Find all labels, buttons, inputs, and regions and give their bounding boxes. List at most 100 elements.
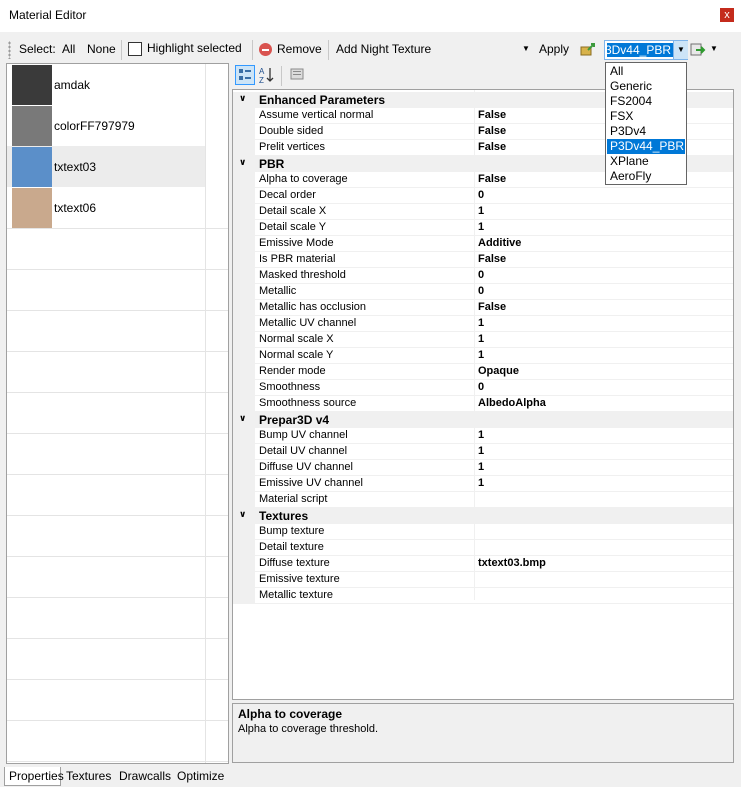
property-row[interactable]: Detail texture bbox=[233, 540, 733, 556]
tab-textures[interactable]: Textures bbox=[62, 767, 114, 786]
property-row[interactable]: Bump texture bbox=[233, 524, 733, 540]
highlight-selected-label[interactable]: Highlight selected bbox=[147, 41, 242, 55]
dropdown-option[interactable]: XPlane bbox=[607, 154, 685, 169]
property-row-margin bbox=[233, 332, 255, 348]
chevron-down-icon[interactable]: ∨ bbox=[239, 509, 246, 520]
property-value[interactable]: False bbox=[478, 173, 506, 185]
select-none-button[interactable]: None bbox=[87, 42, 116, 56]
property-row[interactable]: Is PBR material False bbox=[233, 252, 733, 268]
material-list[interactable]: amdak colorFF797979 txtext03 txtext06 bbox=[6, 63, 229, 764]
property-row[interactable]: Detail UV channel 1 bbox=[233, 444, 733, 460]
property-row-margin bbox=[233, 492, 255, 508]
dropdown-option[interactable]: Generic bbox=[607, 79, 685, 94]
dropdown-option[interactable]: P3Dv44_PBR bbox=[607, 139, 685, 154]
property-row[interactable]: Normal scale X 1 bbox=[233, 332, 733, 348]
list-item[interactable]: amdak bbox=[7, 64, 205, 105]
dropdown-option[interactable]: AeroFly bbox=[607, 169, 685, 184]
list-item[interactable]: txtext03 bbox=[7, 146, 205, 187]
property-row[interactable]: Normal scale Y 1 bbox=[233, 348, 733, 364]
apply-button[interactable]: Apply bbox=[539, 42, 569, 56]
property-row[interactable]: Decal order 0 bbox=[233, 188, 733, 204]
property-name: Assume vertical normal bbox=[259, 109, 374, 121]
property-value[interactable]: 1 bbox=[478, 221, 484, 233]
tab-optimize[interactable]: Optimize bbox=[173, 767, 225, 786]
property-value[interactable]: Additive bbox=[478, 237, 521, 249]
property-pages-icon[interactable] bbox=[288, 65, 308, 85]
property-row[interactable]: Material script bbox=[233, 492, 733, 508]
property-value[interactable]: 1 bbox=[478, 429, 484, 441]
export-menu-arrow-icon[interactable]: ▼ bbox=[710, 44, 718, 53]
property-row[interactable]: Emissive Mode Additive bbox=[233, 236, 733, 252]
dropdown-option[interactable]: FS2004 bbox=[607, 94, 685, 109]
list-row-divider bbox=[7, 515, 228, 516]
property-value[interactable]: 1 bbox=[478, 205, 484, 217]
property-row[interactable]: Metallic 0 bbox=[233, 284, 733, 300]
tab-properties[interactable]: Properties bbox=[4, 767, 64, 786]
property-value[interactable]: 0 bbox=[478, 189, 484, 201]
property-row[interactable]: Render mode Opaque bbox=[233, 364, 733, 380]
chevron-down-icon[interactable]: ∨ bbox=[239, 157, 246, 168]
categorized-icon[interactable] bbox=[235, 65, 255, 85]
property-value[interactable]: 1 bbox=[478, 349, 484, 361]
dropdown-option[interactable]: FSX bbox=[607, 109, 685, 124]
help-title: Alpha to coverage bbox=[238, 707, 343, 721]
list-item[interactable]: colorFF797979 bbox=[7, 105, 205, 146]
dropdown-option[interactable]: P3Dv4 bbox=[607, 124, 685, 139]
property-name: Bump UV channel bbox=[259, 429, 348, 441]
property-value[interactable]: txtext03.bmp bbox=[478, 557, 546, 569]
property-name: Double sided bbox=[259, 125, 324, 137]
property-value[interactable]: False bbox=[478, 301, 506, 313]
property-value[interactable]: 0 bbox=[478, 381, 484, 393]
property-value[interactable]: 1 bbox=[478, 477, 484, 489]
property-row[interactable]: Bump UV channel 1 bbox=[233, 428, 733, 444]
alphabetical-icon[interactable]: A Z bbox=[257, 65, 277, 85]
property-row[interactable]: Diffuse UV channel 1 bbox=[233, 460, 733, 476]
chevron-down-icon[interactable]: ▼ bbox=[673, 41, 688, 59]
property-value[interactable]: 0 bbox=[478, 269, 484, 281]
remove-icon[interactable] bbox=[259, 43, 272, 56]
sim-version-dropdown[interactable]: All Generic FS2004 FSX P3Dv4 P3Dv44_PBR XPlane… bbox=[605, 62, 687, 185]
sim-version-select[interactable]: P3Dv44_PBR ▼ bbox=[604, 40, 688, 60]
material-label: txtext03 bbox=[54, 160, 97, 174]
property-value[interactable]: AlbedoAlpha bbox=[478, 397, 546, 409]
property-row[interactable]: Masked threshold 0 bbox=[233, 268, 733, 284]
tab-drawcalls[interactable]: Drawcalls bbox=[115, 767, 172, 786]
property-value[interactable]: 1 bbox=[478, 461, 484, 473]
chevron-down-icon[interactable]: ∨ bbox=[239, 413, 246, 424]
texture-combo-arrow-icon[interactable]: ▼ bbox=[522, 44, 530, 53]
remove-button[interactable]: Remove bbox=[277, 42, 322, 56]
export-icon[interactable] bbox=[690, 42, 706, 57]
property-row[interactable]: Smoothness source AlbedoAlpha bbox=[233, 396, 733, 412]
property-value[interactable]: False bbox=[478, 109, 506, 121]
property-value[interactable]: False bbox=[478, 141, 506, 153]
property-category[interactable]: ∨ Prepar3D v4 bbox=[233, 412, 733, 428]
property-value[interactable]: False bbox=[478, 253, 506, 265]
material-label: txtext06 bbox=[54, 201, 97, 215]
close-button[interactable]: x bbox=[720, 8, 734, 22]
property-row[interactable]: Detail scale Y 1 bbox=[233, 220, 733, 236]
property-row[interactable]: Metallic has occlusion False bbox=[233, 300, 733, 316]
property-row[interactable]: Metallic UV channel 1 bbox=[233, 316, 733, 332]
apply-icon[interactable] bbox=[579, 41, 597, 57]
toolbar-grip-icon[interactable] bbox=[8, 41, 11, 59]
property-value[interactable]: False bbox=[478, 125, 506, 137]
property-row[interactable]: Detail scale X 1 bbox=[233, 204, 733, 220]
property-row[interactable]: Emissive texture bbox=[233, 572, 733, 588]
property-category[interactable]: ∨ Textures bbox=[233, 508, 733, 524]
highlight-selected-checkbox[interactable] bbox=[128, 42, 142, 56]
dropdown-option[interactable]: All bbox=[607, 64, 685, 79]
property-value[interactable]: 1 bbox=[478, 333, 484, 345]
chevron-down-icon[interactable]: ∨ bbox=[239, 93, 246, 104]
property-row[interactable]: Diffuse texture txtext03.bmp bbox=[233, 556, 733, 572]
property-row[interactable]: Smoothness 0 bbox=[233, 380, 733, 396]
property-value[interactable]: 1 bbox=[478, 445, 484, 457]
property-row[interactable]: Emissive UV channel 1 bbox=[233, 476, 733, 492]
texture-combo[interactable]: Add Night Texture bbox=[336, 42, 431, 56]
property-value[interactable]: 1 bbox=[478, 317, 484, 329]
property-value[interactable]: Opaque bbox=[478, 365, 519, 377]
property-row[interactable]: Metallic texture bbox=[233, 588, 733, 604]
list-item[interactable]: txtext06 bbox=[7, 187, 205, 228]
property-value[interactable]: 0 bbox=[478, 285, 484, 297]
property-row-margin bbox=[233, 204, 255, 220]
select-all-button[interactable]: All bbox=[62, 42, 75, 56]
